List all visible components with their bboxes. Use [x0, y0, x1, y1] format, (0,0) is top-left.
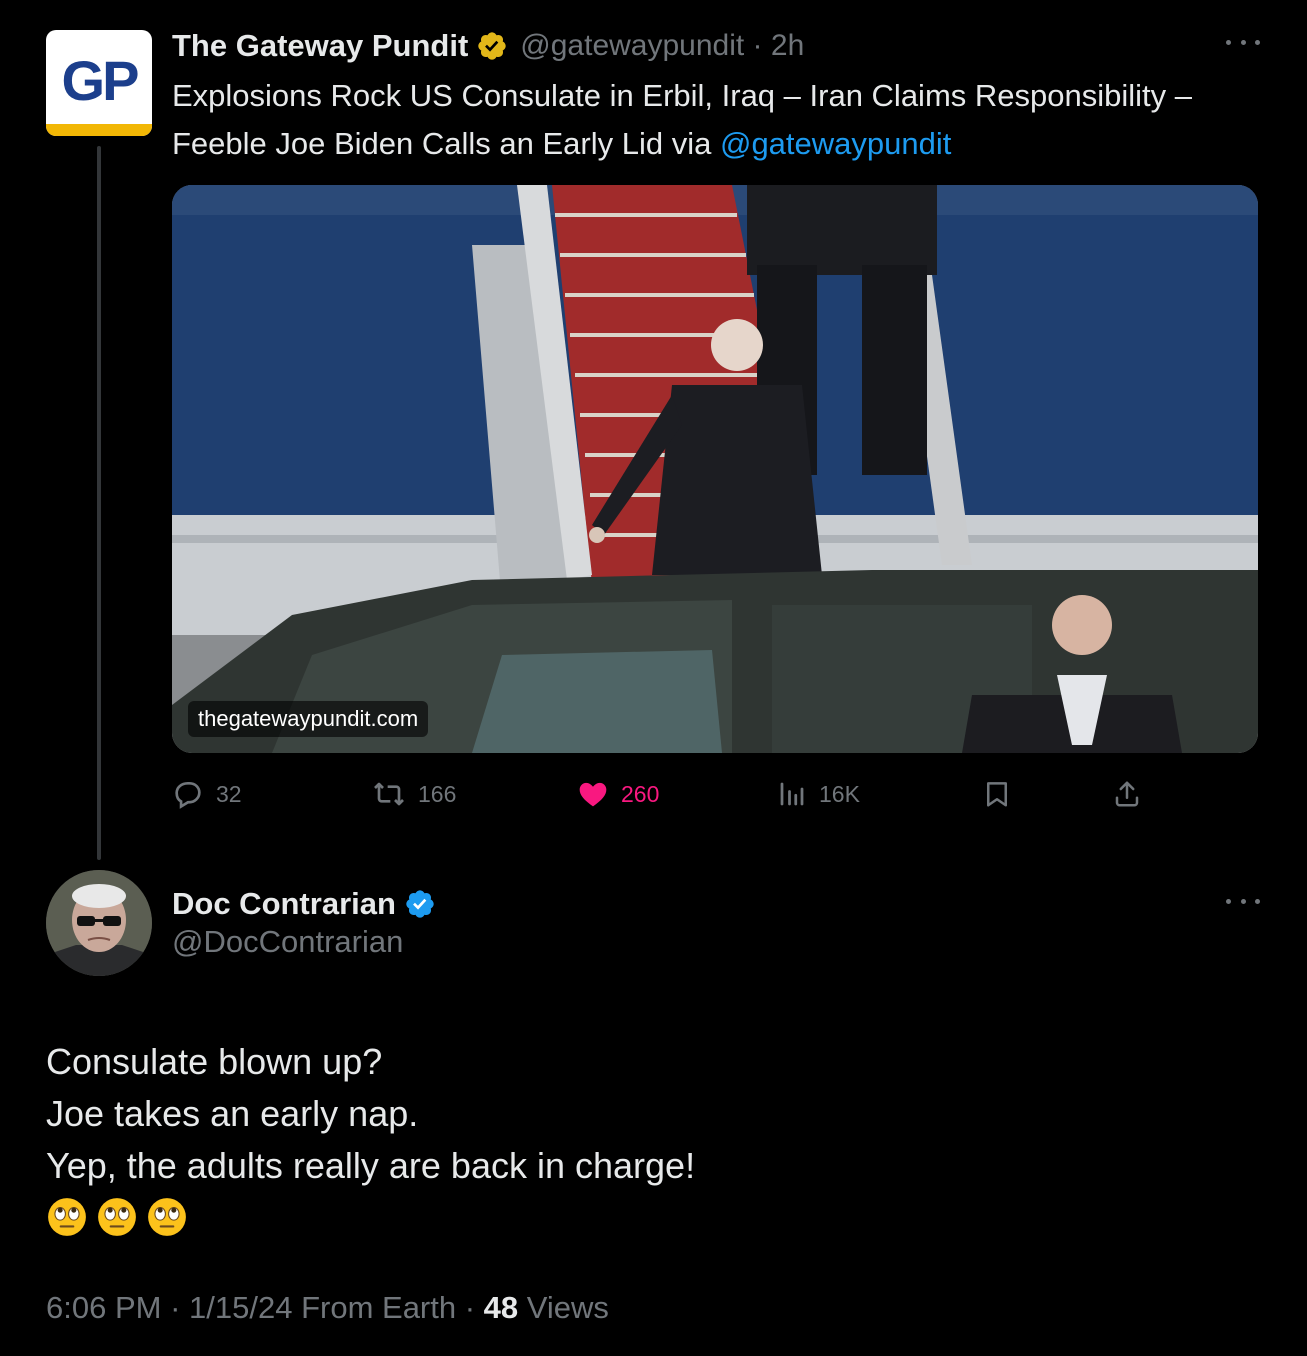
parent-text-main: Explosions Rock US Consulate in Erbil, I…	[172, 78, 1192, 161]
reply-text-line-1: Consulate blown up?	[46, 1041, 383, 1082]
time-separator: ·	[744, 29, 771, 62]
parent-more-options-icon[interactable]	[1226, 40, 1260, 50]
avatar-logo-text: GP	[61, 49, 140, 112]
parent-mention-link[interactable]: @gatewaypundit	[720, 126, 951, 161]
reply-more-options-icon[interactable]	[1226, 899, 1260, 909]
media-watermark: thegatewaypundit.com	[188, 701, 429, 737]
doc-contrarian-avatar[interactable]	[46, 870, 152, 976]
media-photo-illustration	[172, 185, 1258, 753]
reply-date[interactable]: 1/15/24	[189, 1290, 292, 1325]
parent-tweet-header: The Gateway Pundit @gatewaypundit · 2h	[172, 26, 804, 66]
reply-text-line-3: Yep, the adults really are back in charg…	[46, 1145, 696, 1186]
face-with-rolling-eyes-icon	[48, 1198, 86, 1236]
reply-time[interactable]: 6:06 PM	[46, 1290, 161, 1325]
reply-meta-line: 6:06 PM · 1/15/24 From Earth · 48 Views	[46, 1290, 609, 1325]
reply-emoji-row	[46, 1196, 1246, 1238]
reply-button[interactable]: 32	[172, 772, 242, 816]
views-chart-icon	[780, 782, 804, 806]
reply-tweet-text: Consulate blown up? Joe takes an early n…	[46, 1036, 1246, 1238]
parent-display-name[interactable]: The Gateway Pundit	[172, 28, 468, 64]
repost-button[interactable]: 166	[372, 772, 456, 816]
like-count: 260	[621, 780, 660, 807]
views-count: 16K	[819, 780, 860, 807]
reply-views-count: 48	[483, 1290, 519, 1325]
parent-tweet-text: Explosions Rock US Consulate in Erbil, I…	[172, 72, 1262, 168]
face-with-rolling-eyes-icon	[148, 1198, 186, 1236]
parent-handle[interactable]: @gatewaypundit	[520, 29, 744, 63]
face-with-rolling-eyes-icon	[98, 1198, 136, 1236]
thread-connector-line	[97, 146, 101, 860]
heart-filled-icon	[579, 782, 607, 807]
bookmark-icon	[987, 782, 1007, 807]
parent-action-bar: 32 166 260 16K	[172, 772, 1152, 816]
bookmark-button[interactable]	[982, 772, 1012, 816]
repost-count: 166	[418, 780, 457, 807]
views-button[interactable]: 16K	[777, 772, 860, 816]
reply-source: From Earth	[301, 1290, 457, 1325]
verified-blue-badge-icon	[406, 890, 434, 918]
reply-header: Doc Contrarian	[172, 882, 436, 926]
reply-display-name[interactable]: Doc Contrarian	[172, 886, 396, 922]
share-upload-icon	[1115, 781, 1139, 807]
reply-views-label: Views	[526, 1290, 609, 1325]
repost-icon	[374, 782, 404, 806]
reply-count: 32	[216, 780, 242, 807]
avatar-logo-bar	[46, 124, 152, 136]
reply-handle[interactable]: @DocContrarian	[172, 924, 403, 960]
reply-text-line-2: Joe takes an early nap.	[46, 1093, 419, 1134]
avatar-portrait	[46, 870, 152, 976]
reply-icon	[175, 782, 201, 809]
gateway-pundit-avatar[interactable]: GP	[46, 30, 152, 136]
parent-media-image[interactable]: thegatewaypundit.com	[172, 185, 1258, 753]
like-button[interactable]: 260	[577, 772, 659, 816]
parent-timestamp[interactable]: 2h	[771, 29, 804, 63]
verified-gold-badge-icon	[478, 32, 506, 60]
share-button[interactable]	[1112, 772, 1142, 816]
